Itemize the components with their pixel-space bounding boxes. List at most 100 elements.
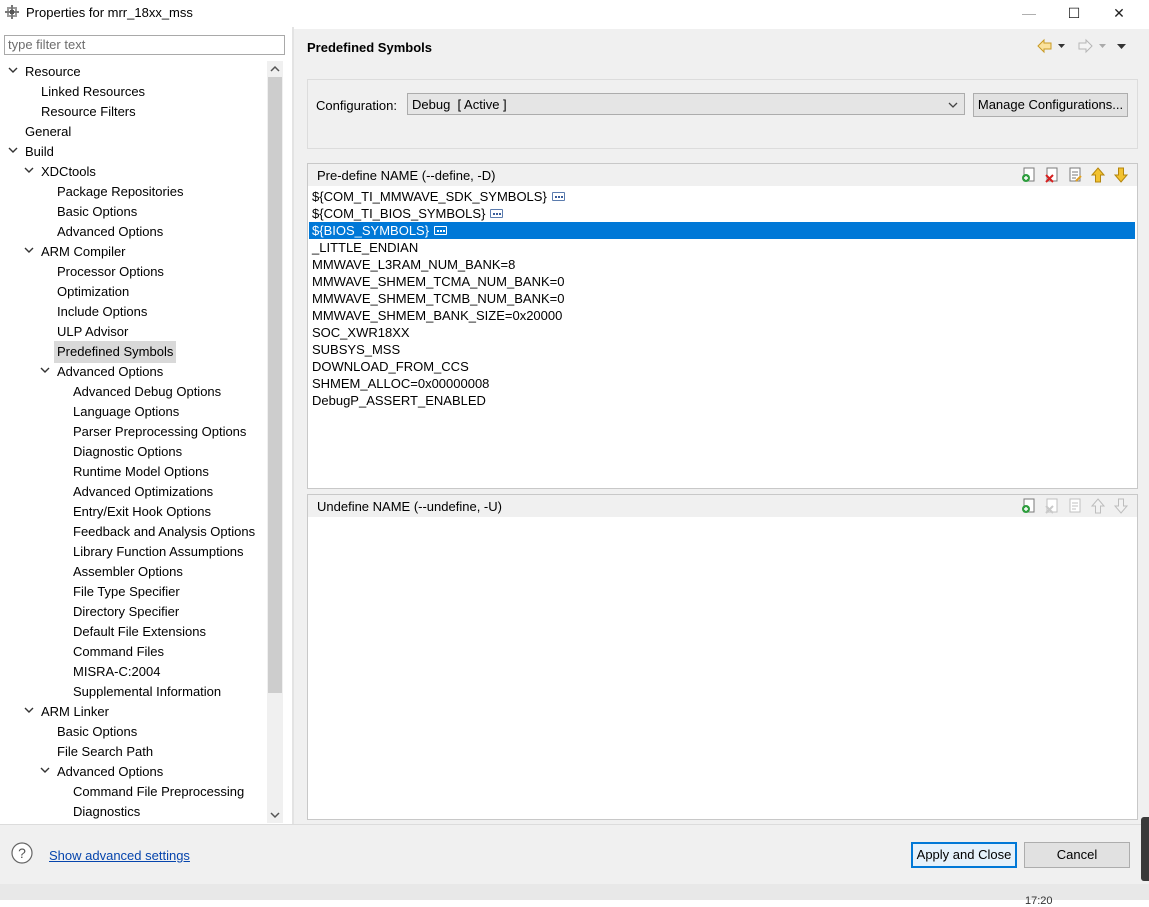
symbol-list-item[interactable]: SUBSYS_MSS bbox=[309, 341, 1135, 358]
tree-item[interactable]: Diagnostic Options bbox=[0, 441, 266, 461]
move-up-icon[interactable] bbox=[1090, 167, 1106, 183]
help-icon[interactable]: ? bbox=[11, 842, 33, 864]
tree-item[interactable]: Library Function Assumptions bbox=[0, 541, 266, 561]
tree-item[interactable]: Basic Options bbox=[0, 721, 266, 741]
maximize-button[interactable]: ☐ bbox=[1051, 0, 1097, 27]
symbol-list-item[interactable]: MMWAVE_SHMEM_TCMA_NUM_BANK=0 bbox=[309, 273, 1135, 290]
tree-item[interactable]: Include Options bbox=[0, 301, 266, 321]
chevron-down-icon[interactable] bbox=[38, 361, 52, 381]
manage-configurations-button[interactable]: Manage Configurations... bbox=[973, 93, 1128, 117]
view-menu-icon[interactable] bbox=[1117, 44, 1126, 49]
symbol-list-item[interactable]: MMWAVE_L3RAM_NUM_BANK=8 bbox=[309, 256, 1135, 273]
delete-icon[interactable] bbox=[1044, 167, 1060, 183]
variable-ellipsis-icon[interactable] bbox=[551, 192, 565, 202]
tree-item[interactable]: ULP Advisor bbox=[0, 321, 266, 341]
tree-item[interactable]: Supplemental Information bbox=[0, 681, 266, 701]
tree-item[interactable]: Build bbox=[0, 141, 266, 161]
symbol-list-item[interactable]: MMWAVE_SHMEM_TCMB_NUM_BANK=0 bbox=[309, 290, 1135, 307]
tree-item[interactable]: Basic Options bbox=[0, 201, 266, 221]
predefine-header-label: Pre-define NAME (--define, -D) bbox=[317, 168, 496, 183]
tree-item[interactable]: Assembler Options bbox=[0, 561, 266, 581]
scrollbar-thumb[interactable] bbox=[268, 77, 282, 693]
tree-item-label: Diagnostics bbox=[73, 804, 141, 819]
configuration-select[interactable]: Debug [ Active ] bbox=[407, 93, 965, 115]
chevron-down-icon[interactable] bbox=[6, 141, 20, 161]
tree-item[interactable]: Advanced Options bbox=[0, 221, 266, 241]
tree-item[interactable]: Language Options bbox=[0, 401, 266, 421]
symbol-list-item[interactable]: DOWNLOAD_FROM_CCS bbox=[309, 358, 1135, 375]
tree-item[interactable]: MISRA-C:2004 bbox=[0, 661, 266, 681]
tree-item[interactable]: Command Files bbox=[0, 641, 266, 661]
tree-item[interactable]: Directory Specifier bbox=[0, 601, 266, 621]
back-arrow-icon[interactable] bbox=[1037, 38, 1052, 54]
minimize-button[interactable]: — bbox=[1006, 0, 1052, 27]
filter-input[interactable]: type filter text bbox=[4, 35, 285, 55]
tree-item[interactable]: XDCtools bbox=[0, 161, 266, 181]
chevron-down-icon[interactable] bbox=[6, 61, 20, 81]
tree-item[interactable]: Runtime Model Options bbox=[0, 461, 266, 481]
symbol-list-item[interactable]: ${BIOS_SYMBOLS} bbox=[309, 222, 1135, 239]
predefine-list-panel: Pre-define NAME (--define, -D) ${COM_TI_… bbox=[307, 163, 1138, 489]
tree-item[interactable]: Default File Extensions bbox=[0, 621, 266, 641]
symbol-list-item[interactable]: SHMEM_ALLOC=0x00000008 bbox=[309, 375, 1135, 392]
symbol-list-item[interactable]: DebugP_ASSERT_ENABLED bbox=[309, 392, 1135, 409]
symbol-list-item[interactable]: ${COM_TI_MMWAVE_SDK_SYMBOLS} bbox=[309, 188, 1135, 205]
back-dropdown-icon[interactable] bbox=[1058, 44, 1065, 48]
symbol-list-item[interactable]: MMWAVE_SHMEM_BANK_SIZE=0x20000 bbox=[309, 307, 1135, 324]
tree-item[interactable]: ARM Compiler bbox=[0, 241, 266, 261]
properties-page: Predefined Symbols Configuration: Debug … bbox=[294, 29, 1149, 824]
add-icon[interactable] bbox=[1021, 167, 1037, 183]
apply-and-close-button[interactable]: Apply and Close bbox=[911, 842, 1017, 868]
forward-arrow-icon[interactable] bbox=[1078, 38, 1093, 54]
add-icon[interactable] bbox=[1021, 498, 1037, 514]
tree-item[interactable]: Diagnostics bbox=[0, 801, 266, 821]
edit-icon[interactable] bbox=[1067, 167, 1083, 183]
variable-ellipsis-icon[interactable] bbox=[434, 226, 448, 236]
show-advanced-settings-link[interactable]: Show advanced settings bbox=[49, 848, 190, 863]
tree-item[interactable]: File Type Specifier bbox=[0, 581, 266, 601]
forward-dropdown-icon[interactable] bbox=[1099, 44, 1106, 48]
tree-item-label: Build bbox=[25, 144, 54, 159]
symbol-list-item[interactable]: _LITTLE_ENDIAN bbox=[309, 239, 1135, 256]
chevron-down-icon bbox=[948, 102, 958, 108]
chevron-down-icon[interactable] bbox=[22, 701, 36, 721]
svg-text:?: ? bbox=[18, 845, 26, 861]
scroll-down-icon[interactable] bbox=[267, 807, 283, 823]
tree-item-label: Package Repositories bbox=[57, 184, 184, 199]
tree-item[interactable]: Linked Resources bbox=[0, 81, 266, 101]
tree-item[interactable]: Resource Filters bbox=[0, 101, 266, 121]
tree-item[interactable]: Advanced Optimizations bbox=[0, 481, 266, 501]
chevron-down-icon[interactable] bbox=[38, 761, 52, 781]
tree-item-label: Library Function Assumptions bbox=[73, 544, 244, 559]
symbol-list-item[interactable]: SOC_XWR18XX bbox=[309, 324, 1135, 341]
cancel-button[interactable]: Cancel bbox=[1024, 842, 1130, 868]
symbol-text: ${BIOS_SYMBOLS} bbox=[312, 223, 430, 238]
variable-ellipsis-icon[interactable] bbox=[490, 209, 504, 219]
tree-item[interactable]: File Search Path bbox=[0, 741, 266, 761]
tree-item[interactable]: Parser Preprocessing Options bbox=[0, 421, 266, 441]
tree-item-label: Optimization bbox=[57, 284, 130, 299]
tree-item[interactable]: Command File Preprocessing bbox=[0, 781, 266, 801]
scroll-up-icon[interactable] bbox=[267, 61, 283, 77]
tree-item[interactable]: Resource bbox=[0, 61, 266, 81]
chevron-down-icon[interactable] bbox=[22, 161, 36, 181]
tree-item[interactable]: Entry/Exit Hook Options bbox=[0, 501, 266, 521]
tree-item-label: Advanced Options bbox=[57, 764, 164, 779]
symbol-list-item[interactable]: ${COM_TI_BIOS_SYMBOLS} bbox=[309, 205, 1135, 222]
tree-item[interactable]: Predefined Symbols bbox=[0, 341, 266, 363]
chevron-down-icon[interactable] bbox=[22, 241, 36, 261]
symbol-text: SOC_XWR18XX bbox=[312, 325, 410, 340]
tree-item[interactable]: Feedback and Analysis Options bbox=[0, 521, 266, 541]
tree-item[interactable]: Package Repositories bbox=[0, 181, 266, 201]
tree-scrollbar[interactable] bbox=[267, 61, 283, 823]
tree-item[interactable]: Advanced Options bbox=[0, 761, 266, 781]
close-button[interactable]: ✕ bbox=[1096, 0, 1142, 27]
tree-item[interactable]: Optimization bbox=[0, 281, 266, 301]
tree-item[interactable]: Processor Options bbox=[0, 261, 266, 281]
tree-item-label: Advanced Options bbox=[57, 224, 164, 239]
tree-item[interactable]: Advanced Options bbox=[0, 361, 266, 381]
tree-item[interactable]: Advanced Debug Options bbox=[0, 381, 266, 401]
tree-item[interactable]: ARM Linker bbox=[0, 701, 266, 721]
move-down-icon[interactable] bbox=[1113, 167, 1129, 183]
tree-item[interactable]: General bbox=[0, 121, 266, 141]
